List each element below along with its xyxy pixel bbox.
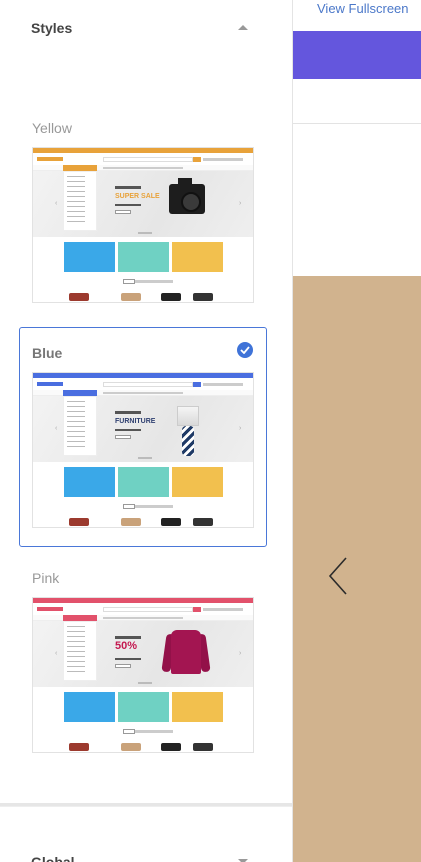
- preview-hero-image: [293, 276, 421, 862]
- theme-preview-area: View Fullscreen: [293, 0, 421, 862]
- style-option-label: Yellow: [32, 120, 72, 136]
- styles-section-title: Styles: [31, 20, 73, 36]
- global-section-title: Global: [31, 854, 75, 862]
- thumbnail-hero-text: FURNITURE: [115, 418, 156, 425]
- style-settings-panel: Styles Yellow ‹ › SUPER SALE Blue ‹ › FU…: [0, 0, 292, 862]
- thumbnail-hero-text: SUPER SALE: [115, 193, 160, 200]
- preview-divider: [293, 123, 421, 124]
- preview-header-bar: [293, 31, 421, 79]
- styles-section-header[interactable]: Styles: [0, 0, 292, 60]
- style-preview-thumbnail: ‹ › 50%: [32, 597, 254, 753]
- style-option-pink[interactable]: Pink ‹ › 50%: [19, 552, 267, 772]
- style-preview-thumbnail: ‹ › SUPER SALE: [32, 147, 254, 303]
- style-option-blue[interactable]: Blue ‹ › FURNITURE: [19, 327, 267, 547]
- selected-check-icon: [237, 342, 253, 358]
- thumbnail-hero-text: 50%: [115, 640, 138, 652]
- collapse-caret-icon[interactable]: [238, 25, 248, 30]
- style-option-yellow[interactable]: Yellow ‹ › SUPER SALE: [19, 102, 267, 322]
- global-section-header[interactable]: Global: [0, 806, 292, 862]
- style-option-label: Blue: [32, 345, 63, 361]
- view-fullscreen-link[interactable]: View Fullscreen: [317, 1, 409, 16]
- chevron-left-icon[interactable]: [327, 556, 349, 596]
- style-preview-thumbnail: ‹ › FURNITURE: [32, 372, 254, 528]
- style-option-label: Pink: [32, 570, 60, 586]
